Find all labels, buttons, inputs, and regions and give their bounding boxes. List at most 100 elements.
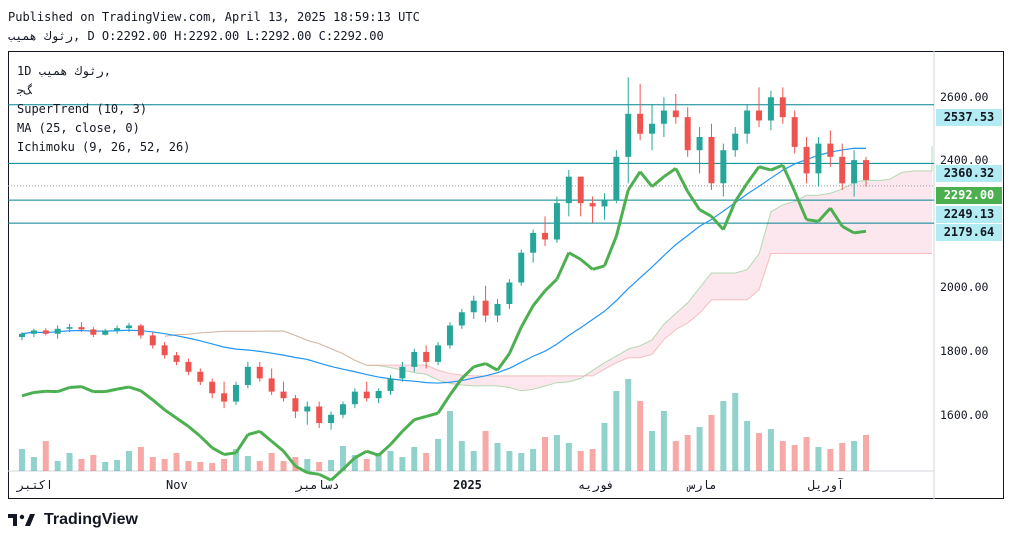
supertrend-segment <box>175 416 190 428</box>
supertrend-segment <box>473 362 487 369</box>
supertrend-segment <box>199 435 214 449</box>
volume-bar <box>78 459 85 471</box>
candle-body <box>518 252 525 283</box>
y-tick-label: 2600.00 <box>940 90 989 104</box>
legend-supertrend[interactable]: SuperTrend (10, 3) <box>17 101 147 117</box>
supertrend-segment <box>151 398 166 411</box>
candle-body <box>280 391 287 399</box>
candle-body <box>102 330 109 335</box>
supertrend-segment <box>543 278 558 292</box>
price-chart[interactable] <box>8 51 1004 499</box>
candle-body <box>446 325 453 346</box>
candle-body <box>423 351 430 362</box>
candle-body <box>66 327 73 329</box>
volume-bar <box>756 433 763 471</box>
supertrend-segment <box>745 165 761 185</box>
supertrend-segment <box>69 385 82 389</box>
legend-symbol[interactable]: 1D رثوك همیب, <box>17 63 111 79</box>
candle-body <box>470 300 477 313</box>
volume-bar <box>268 453 275 471</box>
supertrend-segment <box>104 387 118 394</box>
tradingview-logo-icon <box>8 514 35 526</box>
supertrend-segment <box>484 362 499 372</box>
legend-ma[interactable]: MA (25, close, 0) <box>17 120 140 136</box>
tradingview-brand: TradingView <box>44 511 138 528</box>
candle-body <box>684 117 691 151</box>
candle-body <box>292 398 299 412</box>
price-tag: 2360.32 <box>936 165 1002 182</box>
candle-body <box>137 325 144 336</box>
candle-body <box>708 136 715 184</box>
candle-body <box>637 113 644 134</box>
candle-body <box>90 329 97 335</box>
volume-bar <box>125 451 132 471</box>
candle-body <box>114 328 121 331</box>
candle-body <box>375 390 382 399</box>
ichimoku-span-b <box>164 253 932 377</box>
volume-bar <box>660 411 667 471</box>
candle-body <box>625 113 632 157</box>
candle-body <box>720 150 727 184</box>
supertrend-segment <box>651 175 665 188</box>
candle-body <box>351 391 358 405</box>
volume-bar <box>625 379 632 471</box>
volume-bar <box>256 461 263 471</box>
candle-body <box>221 393 228 402</box>
supertrend-segment <box>770 163 784 172</box>
candle-body <box>791 117 798 147</box>
volume-bar <box>672 441 679 471</box>
supertrend-segment <box>555 252 571 280</box>
supertrend-segment <box>366 449 380 457</box>
volume-bar <box>494 443 501 471</box>
supertrend-segment <box>853 229 867 235</box>
y-tick-label: 2000.00 <box>940 280 989 294</box>
legend-ichimoku[interactable]: Ichimoku (9, 26, 52, 26) <box>17 139 190 155</box>
supertrend-segment <box>781 164 797 193</box>
volume-bar <box>30 457 37 471</box>
volume-bar <box>411 447 418 471</box>
volume-bar <box>102 462 109 471</box>
supertrend-segment <box>33 389 46 394</box>
candle-body <box>268 378 275 392</box>
supertrend-segment <box>721 200 737 231</box>
volume-bar <box>42 441 49 471</box>
supertrend-segment <box>211 446 225 456</box>
supertrend-segment <box>806 218 819 223</box>
ohlc-line: رثوك همیب, D O:2292.00 H:2292.00 L:2292.… <box>8 29 384 43</box>
candle-body <box>161 345 168 356</box>
candle-body <box>506 282 513 304</box>
candle-body <box>232 385 239 402</box>
price-tag: 2537.53 <box>936 109 1002 126</box>
volume-bar <box>114 460 121 471</box>
x-tick-label: مارس <box>688 478 717 492</box>
supertrend-segment <box>686 190 701 211</box>
tradingview-logo[interactable]: TradingView <box>8 511 138 529</box>
y-tick-label: 1600.00 <box>940 408 989 422</box>
candle-body <box>244 366 251 386</box>
volume-bar <box>565 443 572 471</box>
supertrend-segment <box>389 430 404 446</box>
volume-bar <box>744 421 751 471</box>
legend-exchange: ﮓﺟ <box>17 83 32 97</box>
volume-bar <box>149 457 156 471</box>
supertrend-segment <box>270 440 285 453</box>
volume-bar <box>137 447 144 471</box>
candle-body <box>30 330 37 334</box>
candle-body <box>696 136 703 151</box>
supertrend-segment <box>663 167 677 178</box>
candle-body <box>149 335 156 346</box>
supertrend-segment <box>638 170 654 188</box>
volume-bar <box>280 461 287 471</box>
supertrend-segment <box>307 471 320 476</box>
candle-body <box>125 325 132 329</box>
x-tick-label: Nov <box>166 478 188 492</box>
volume-bar <box>601 423 608 471</box>
candle-body <box>756 110 763 121</box>
volume-bar <box>316 462 323 471</box>
supertrend-segment <box>80 385 94 394</box>
candle-body <box>209 381 216 394</box>
candle-body <box>387 378 394 391</box>
supertrend-segment <box>568 251 582 261</box>
volume-bar <box>363 459 370 471</box>
candle-body <box>863 160 869 180</box>
